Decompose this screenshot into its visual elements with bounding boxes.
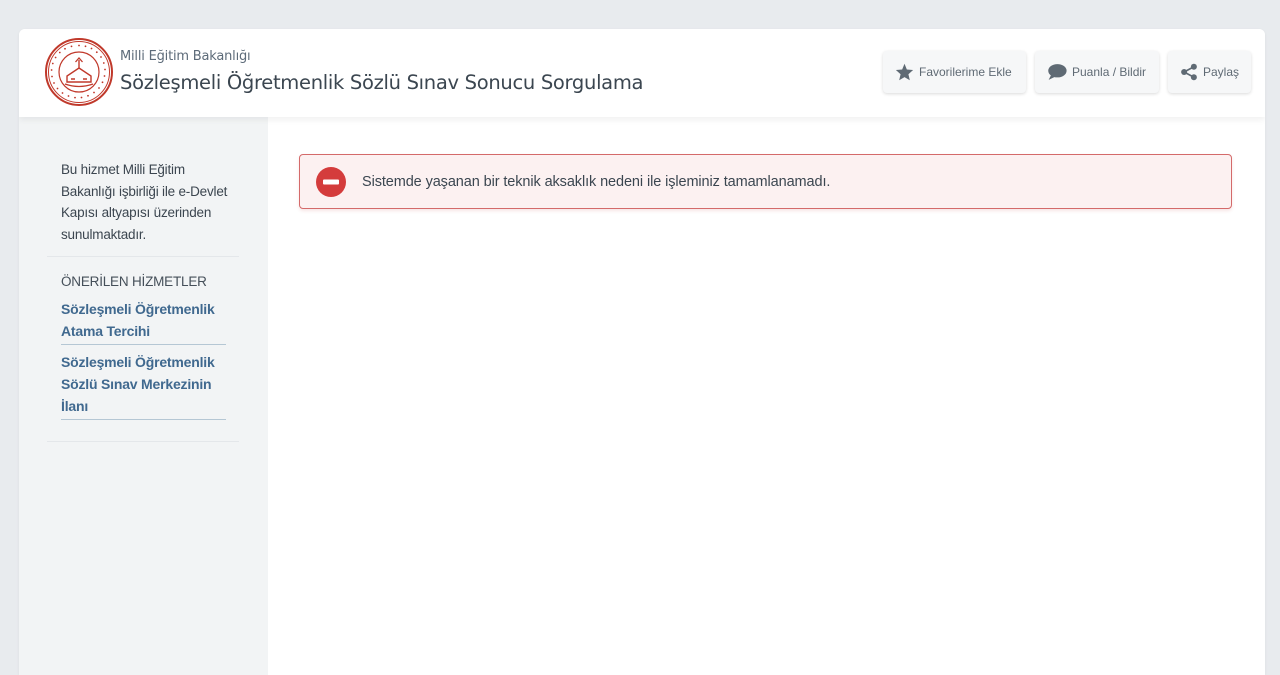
main-card: Milli Eğitim Bakanlığı Sözleşmeli Öğretm… — [19, 29, 1265, 675]
add-to-favorites-button[interactable]: Favorilerime Ekle — [883, 51, 1026, 93]
suggested-service-link[interactable]: Sözleşmeli Öğretmenlik Atama Tercihi — [61, 298, 226, 345]
ministry-name: Milli Eğitim Bakanlığı — [120, 49, 251, 64]
share-label: Paylaş — [1203, 65, 1240, 79]
sidebar: Bu hizmet Milli Eğitim Bakanlığı işbirli… — [19, 117, 268, 675]
rate-report-button[interactable]: Puanla / Bildir — [1035, 51, 1159, 93]
suggested-service-link[interactable]: Sözleşmeli Öğretmenlik Sözlü Sınav Merke… — [61, 351, 226, 420]
suggested-services-title: ÖNERİLEN HİZMETLER — [61, 274, 207, 289]
meb-emblem-logo — [45, 38, 113, 106]
rate-report-label: Puanla / Bildir — [1072, 65, 1147, 79]
sidebar-divider — [47, 441, 239, 442]
error-alert: Sistemde yaşanan bir teknik aksaklık ned… — [299, 154, 1232, 209]
minus-circle-icon — [316, 167, 346, 197]
page-header: Milli Eğitim Bakanlığı Sözleşmeli Öğretm… — [19, 29, 1265, 117]
star-icon — [895, 63, 914, 81]
speech-bubble-icon — [1048, 64, 1067, 80]
error-message: Sistemde yaşanan bir teknik aksaklık ned… — [362, 174, 831, 190]
page-title: Sözleşmeli Öğretmenlik Sözlü Sınav Sonuc… — [120, 71, 644, 94]
share-icon — [1181, 63, 1197, 81]
service-info-text: Bu hizmet Milli Eğitim Bakanlığı işbirli… — [61, 162, 228, 242]
share-button[interactable]: Paylaş — [1168, 51, 1251, 93]
add-to-favorites-label: Favorilerime Ekle — [919, 65, 1012, 79]
sidebar-divider — [47, 256, 239, 257]
